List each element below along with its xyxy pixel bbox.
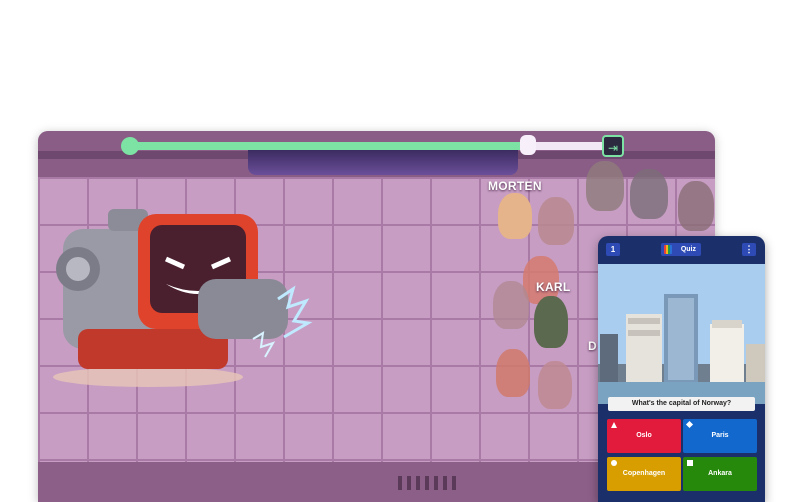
answer-button-oslo[interactable]: Oslo [607, 419, 681, 453]
circle-icon [611, 460, 617, 466]
triangle-icon [611, 422, 617, 428]
diamond-icon [685, 420, 694, 429]
leader-marker-icon [520, 135, 536, 155]
answer-label: Copenhagen [622, 470, 666, 477]
race-progress-fill [130, 142, 534, 150]
answer-label: Paris [711, 432, 729, 439]
square-icon [687, 460, 693, 466]
creature-crowd [586, 161, 624, 211]
rabbit-crowd [538, 361, 572, 409]
quiz-logo-icon [664, 245, 672, 254]
robot-boss [53, 209, 313, 387]
player-name-d: D [588, 339, 597, 353]
creature-crowd [678, 181, 714, 231]
more-options-icon[interactable]: ⋮ [742, 243, 756, 256]
player-name-karl: KARL [536, 280, 571, 294]
quiz-type-label: Quiz [680, 246, 696, 253]
floor-vent [398, 476, 458, 490]
answer-button-paris[interactable]: Paris [683, 419, 757, 453]
rabbit-crowd [496, 349, 530, 397]
rabbit-crowd [538, 197, 574, 245]
rabbit-crowd [493, 281, 529, 329]
quiz-device-panel: 1 Quiz ⋮ What's the capital of Norway? O… [598, 236, 765, 502]
question-image [598, 264, 765, 404]
quiz-type-badge: Quiz [661, 243, 701, 256]
question-number-badge: 1 [606, 243, 620, 256]
quiz-panel-header: 1 Quiz ⋮ [598, 236, 765, 262]
player-name-morten: MORTEN [488, 179, 542, 193]
answer-button-copenhagen[interactable]: Copenhagen [607, 457, 681, 491]
rabbit-player-morten [498, 193, 532, 239]
finish-exit-icon: ⇥ [602, 135, 624, 157]
space-window [248, 149, 518, 175]
answer-label: Ankara [708, 470, 732, 477]
progress-start-dot [121, 137, 139, 155]
creature-player-karl [534, 296, 568, 348]
race-progress-bar: ⇥ [121, 135, 624, 157]
answer-button-ankara[interactable]: Ankara [683, 457, 757, 491]
creature-crowd [630, 169, 668, 219]
question-text: What's the capital of Norway? [608, 397, 755, 411]
answer-label: Oslo [636, 432, 652, 439]
